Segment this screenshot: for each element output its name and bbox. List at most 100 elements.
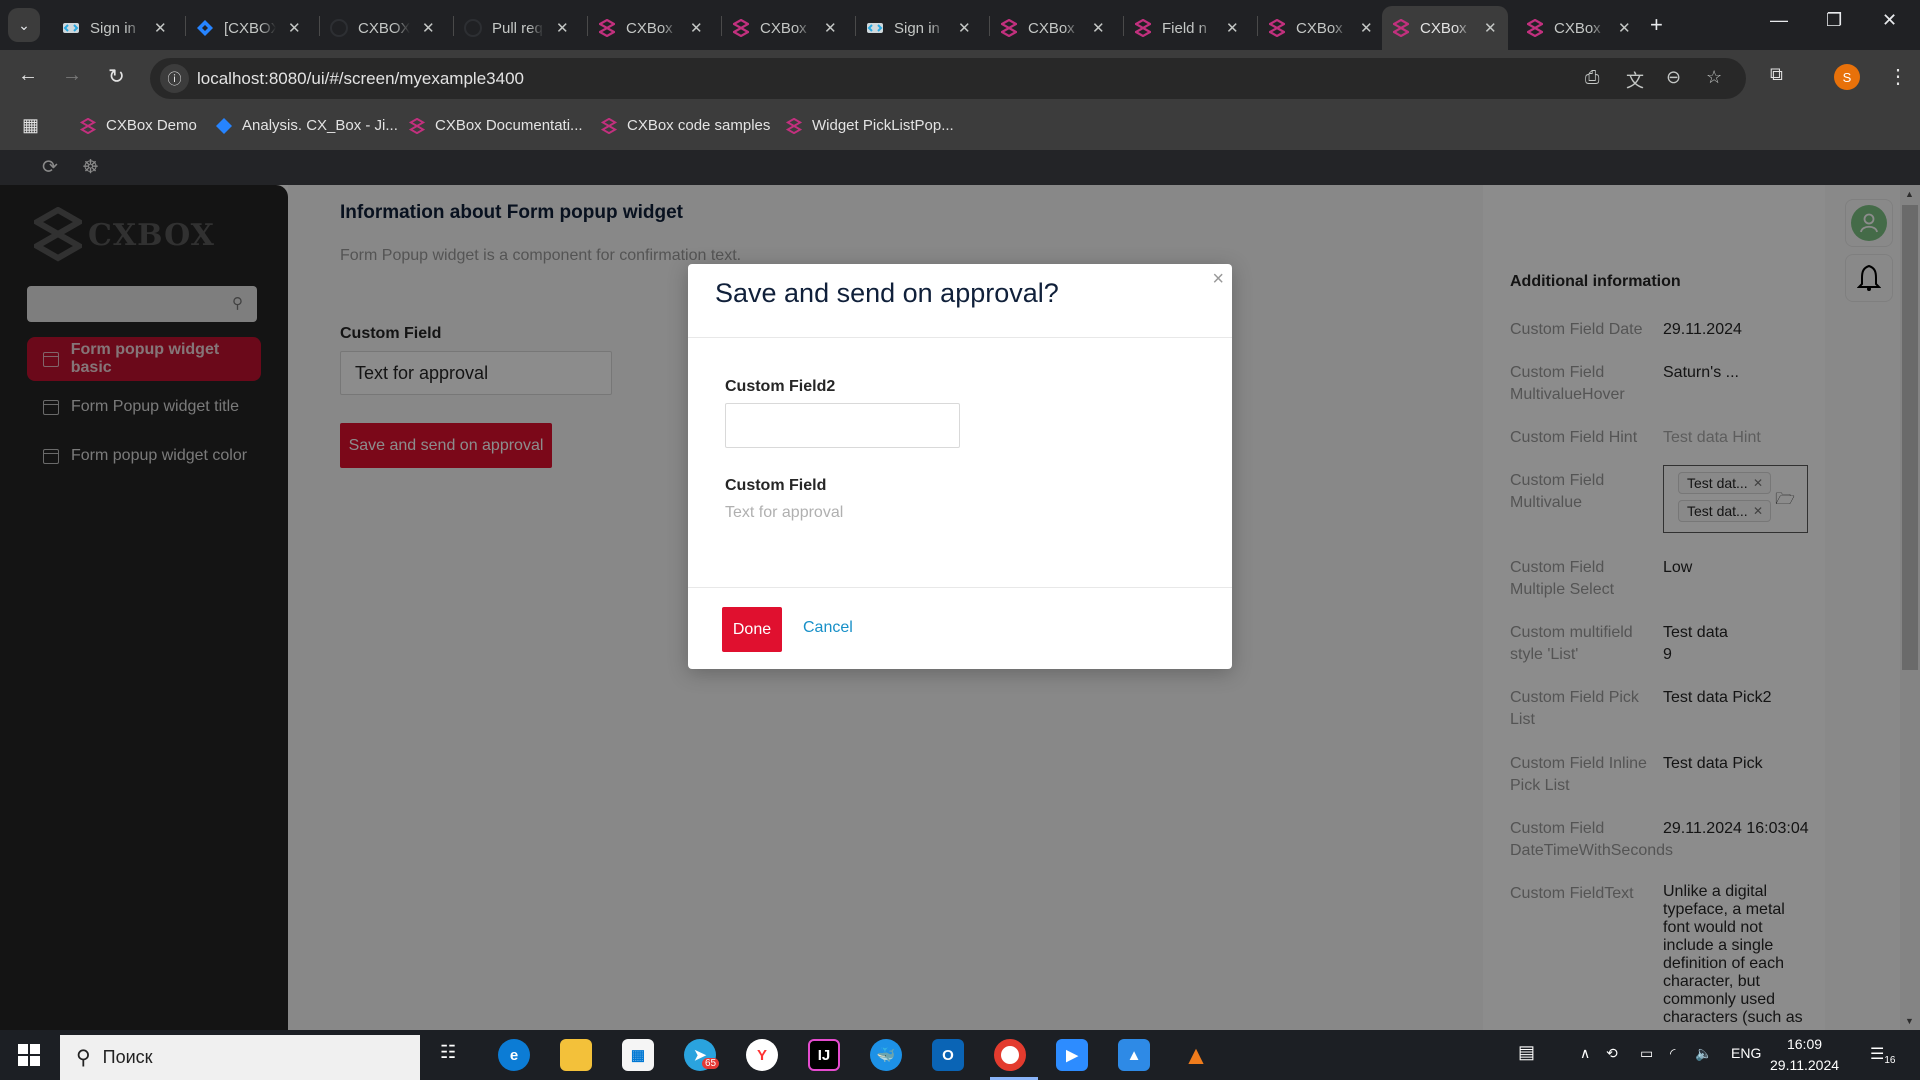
apps-icon[interactable]: ▦ xyxy=(22,115,39,136)
wifi-icon[interactable]: ◜ xyxy=(1670,1045,1675,1062)
debug-bug-icon[interactable]: ☸ xyxy=(82,156,99,179)
intellij-icon[interactable]: IJ xyxy=(808,1039,840,1071)
back-icon[interactable]: ← xyxy=(18,64,38,87)
reload-icon[interactable]: ↻ xyxy=(108,64,125,89)
close-tab-icon[interactable]: ✕ xyxy=(690,19,703,37)
chevron-down-icon: ⌄ xyxy=(18,16,30,33)
chrome-icon[interactable] xyxy=(994,1039,1026,1071)
refresh-meta-icon[interactable]: ⟳ xyxy=(42,156,58,179)
bookmark-item[interactable]: CXBox code samples xyxy=(601,117,770,134)
browser-tab[interactable]: [CXBOX ✕ xyxy=(185,6,311,50)
github-icon xyxy=(464,19,482,37)
tab-search-button[interactable]: ⌄ xyxy=(8,8,40,42)
confirmation-modal: × Save and send on approval? Custom Fiel… xyxy=(688,264,1232,669)
bookmark-item[interactable]: CXBox Demo xyxy=(80,117,197,134)
close-tab-icon[interactable]: ✕ xyxy=(958,19,971,37)
close-tab-icon[interactable]: ✕ xyxy=(154,19,167,37)
browser-tab[interactable]: Pull req ✕ xyxy=(453,6,579,50)
browser-tab[interactable]: CXBOX ✕ xyxy=(319,6,445,50)
docker-icon[interactable]: 🐳 xyxy=(870,1039,902,1071)
browser-tab[interactable]: CXBox ✕ xyxy=(1516,6,1641,50)
url-text[interactable]: localhost:8080/ui/#/screen/myexample3400 xyxy=(197,69,524,89)
extensions-icon[interactable]: ⧉ xyxy=(1770,64,1783,85)
close-tab-icon[interactable]: ✕ xyxy=(1484,19,1497,37)
ms-store-icon[interactable]: ▦ xyxy=(622,1039,654,1071)
menu-icon[interactable]: ⋮ xyxy=(1888,64,1908,89)
close-icon[interactable]: × xyxy=(1212,268,1224,291)
close-tab-icon[interactable]: ✕ xyxy=(556,19,569,37)
address-bar[interactable]: ⓘ localhost:8080/ui/#/screen/myexample34… xyxy=(150,58,1746,99)
window-close-icon[interactable]: ✕ xyxy=(1882,10,1897,31)
close-tab-icon[interactable]: ✕ xyxy=(1092,19,1105,37)
close-tab-icon[interactable]: ✕ xyxy=(422,19,435,37)
taskbar-search[interactable]: ⚲ Поиск xyxy=(60,1035,420,1080)
update-icon[interactable]: ⟲ xyxy=(1606,1045,1618,1062)
forward-icon[interactable]: → xyxy=(62,64,82,87)
bookmark-item[interactable]: Widget PickListPop... xyxy=(786,117,954,134)
bookmark-item[interactable]: Analysis. CX_Box - Ji... xyxy=(216,117,398,134)
minimize-icon[interactable]: — xyxy=(1770,10,1788,31)
browser-tab[interactable]: CXBox ✕ xyxy=(721,6,847,50)
browser-toolbar: ← → ↻ ⓘ localhost:8080/ui/#/screen/myexa… xyxy=(0,50,1920,107)
new-tab-button[interactable]: + xyxy=(1650,12,1663,38)
cxbox-icon xyxy=(1392,19,1410,37)
close-tab-icon[interactable]: ✕ xyxy=(1360,19,1373,37)
translate-icon[interactable]: 文 xyxy=(1626,67,1644,93)
done-button[interactable]: Done xyxy=(722,607,782,652)
profile-avatar[interactable]: S xyxy=(1834,64,1860,90)
cxbox-icon xyxy=(80,117,96,134)
close-tab-icon[interactable]: ✕ xyxy=(288,19,301,37)
battery-icon[interactable]: ▭ xyxy=(1640,1045,1653,1062)
keycloak-icon xyxy=(866,19,884,37)
restore-icon[interactable]: ❐ xyxy=(1826,10,1842,31)
bookmark-star-icon[interactable]: ☆ xyxy=(1706,67,1722,88)
file-explorer-icon[interactable] xyxy=(560,1039,592,1071)
app-viewport: CXBOX ⚲ Form popup widget basic Form Pop… xyxy=(0,185,1920,1030)
task-view-icon[interactable]: ☷ xyxy=(440,1042,456,1063)
language-indicator[interactable]: ENG xyxy=(1731,1045,1761,1061)
browser-tab[interactable]: CXBox ✕ xyxy=(587,6,713,50)
cancel-button[interactable]: Cancel xyxy=(803,619,853,637)
outlook-icon[interactable]: O xyxy=(932,1039,964,1071)
cxbox-icon xyxy=(732,19,750,37)
notification-center-icon[interactable]: ☰16 xyxy=(1870,1044,1895,1066)
browser-tab-active[interactable]: CXBox ✕ xyxy=(1382,6,1508,50)
keycloak-icon xyxy=(62,19,80,37)
custom-field-value: Text for approval xyxy=(725,504,844,521)
cxbox-icon xyxy=(1268,19,1286,37)
install-app-icon[interactable]: ⎙ xyxy=(1585,67,1599,88)
system-clock[interactable]: 16:09 29.11.2024 xyxy=(1770,1034,1839,1076)
zoom-app-icon[interactable]: ▶ xyxy=(1056,1039,1088,1071)
custom-field2-label: Custom Field2 xyxy=(725,378,836,395)
show-hidden-icons[interactable]: ∧ xyxy=(1580,1045,1590,1062)
browser-tab[interactable]: Field n ✕ xyxy=(1123,6,1249,50)
close-tab-icon[interactable]: ✕ xyxy=(1226,19,1239,37)
cxbox-icon xyxy=(786,117,802,134)
bookmark-item[interactable]: CXBox Documentati... xyxy=(409,117,583,134)
browser-tab[interactable]: CXBox ✕ xyxy=(989,6,1115,50)
browser-tab[interactable]: Sign in ✕ xyxy=(52,6,177,50)
jira-icon xyxy=(196,19,214,37)
volume-icon[interactable]: 🔈 xyxy=(1695,1045,1712,1062)
browser-tab[interactable]: Sign in ✕ xyxy=(855,6,981,50)
close-tab-icon[interactable]: ✕ xyxy=(1618,19,1631,37)
custom-field2-input[interactable] xyxy=(725,403,960,448)
cxbox-icon xyxy=(1134,19,1152,37)
site-info-icon[interactable]: ⓘ xyxy=(160,64,189,93)
custom-field-label: Custom Field xyxy=(725,477,827,494)
news-widget-icon[interactable]: ▤ xyxy=(1518,1042,1535,1063)
yandex-browser-icon[interactable]: Y xyxy=(746,1039,778,1071)
edge-icon[interactable]: e xyxy=(498,1039,530,1071)
close-tab-icon[interactable]: ✕ xyxy=(824,19,837,37)
cxbox-icon xyxy=(598,19,616,37)
cxbox-icon xyxy=(1000,19,1018,37)
os-taskbar: ⚲ Поиск ☷ e ▦ ➤ 65 Y IJ 🐳 O ▶ ▲ ▲ ▤ ∧ ⟲ … xyxy=(0,1030,1920,1080)
github-icon xyxy=(330,19,348,37)
zoom-icon[interactable]: ⊖ xyxy=(1666,67,1681,88)
windows-start-icon[interactable] xyxy=(18,1044,40,1066)
photos-icon[interactable]: ▲ xyxy=(1118,1039,1150,1071)
vlc-icon[interactable]: ▲ xyxy=(1180,1039,1212,1071)
cxbox-icon xyxy=(601,117,617,134)
divider xyxy=(688,337,1232,338)
browser-tab[interactable]: CXBox ✕ xyxy=(1257,6,1383,50)
